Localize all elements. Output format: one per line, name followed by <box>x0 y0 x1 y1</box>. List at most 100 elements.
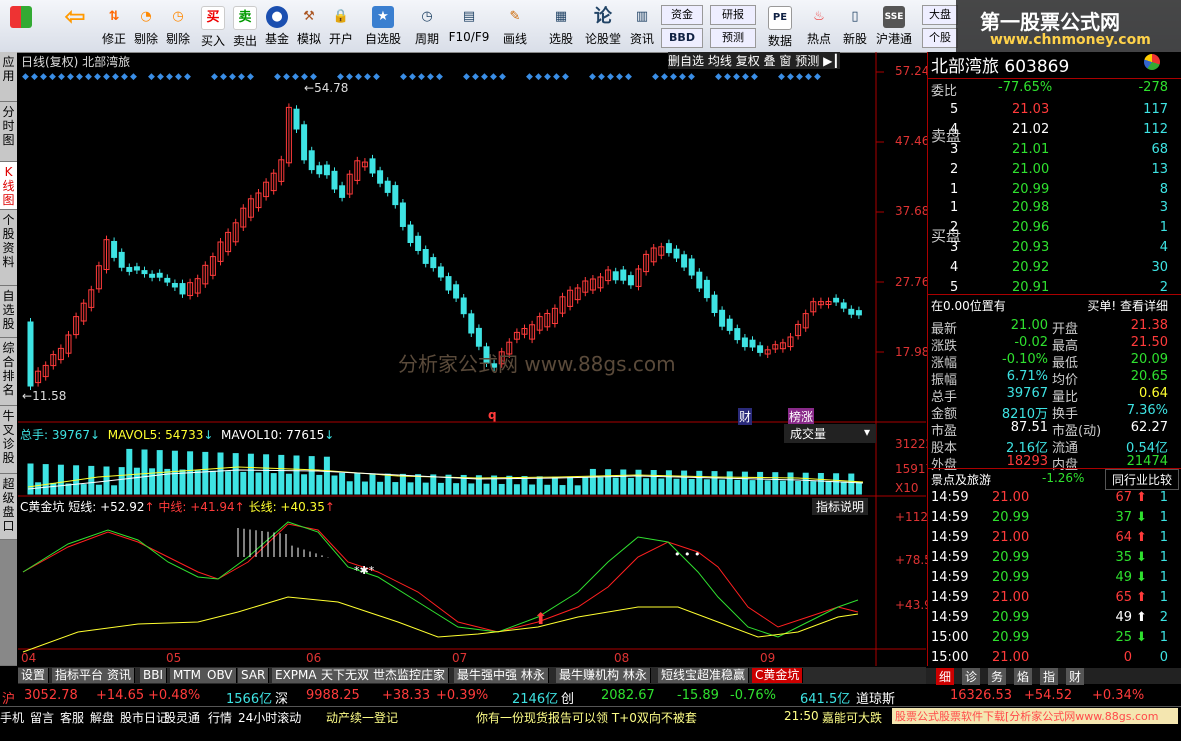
footer-banner[interactable]: 股票公式股票软件下载[分析家公式网www.88gs.com <box>892 708 1178 724</box>
indicator-tab[interactable]: SAR <box>238 668 270 683</box>
position-row[interactable]: 在0.00位置有 买单! 查看详细 <box>928 294 1181 315</box>
exclude-button[interactable]: ◔ 剔除 <box>129 4 163 50</box>
overlay-button[interactable]: 叠 <box>764 54 776 68</box>
signal-diamond: ◆ <box>229 72 236 82</box>
right-tab-1[interactable]: 诊 <box>962 668 981 685</box>
cy-label[interactable]: 创 <box>561 688 574 707</box>
status-item[interactable]: 留言 <box>30 709 54 726</box>
indicator-help-button[interactable]: 指标说明 <box>812 498 869 515</box>
side-tab-app[interactable]: 应用 <box>0 52 17 102</box>
forecast-button[interactable]: 预测 <box>710 28 756 48</box>
indicator-tab[interactable]: 最牛强中强 林永 <box>454 668 549 683</box>
stock-select-button[interactable]: ▦ 选股 <box>542 4 580 50</box>
simulate-button[interactable]: ⚒ 模拟 <box>292 4 326 50</box>
indicator-tab[interactable]: C黄金坑 <box>752 668 804 683</box>
ticker-2[interactable]: 你有一份现货报告可以领 T+0双向不被套 <box>476 709 697 726</box>
fund-dropdown[interactable]: 资金 <box>661 5 703 25</box>
compare-button[interactable]: 同行业比较 <box>1104 469 1179 490</box>
sz-label[interactable]: 深 <box>275 688 288 707</box>
pie-icon[interactable] <box>1144 54 1160 70</box>
signal-diamond: ◆ <box>688 72 695 82</box>
bbd-button[interactable]: BBD <box>661 28 703 48</box>
ticker-1[interactable]: 动产续一登记 <box>326 709 398 726</box>
side-tab-ranking[interactable]: 综合排名 <box>0 338 17 406</box>
chart-header: 日线(复权) 北部湾旅 <box>21 55 131 69</box>
right-tab-2[interactable]: 务 <box>988 668 1007 685</box>
draw-line-button[interactable]: ✎ 画线 <box>496 4 534 50</box>
indicator-tab[interactable]: 资讯 <box>104 668 136 683</box>
right-tab-4[interactable]: 指 <box>1040 668 1059 685</box>
period-button[interactable]: ◷ 周期 <box>408 4 446 50</box>
side-tab-level2[interactable]: 超级盘口 <box>0 474 17 540</box>
open-account-button[interactable]: 🔒 开户 <box>324 4 358 50</box>
weigh-button[interactable]: ◷ 剔除 <box>161 4 195 50</box>
indicator-tab[interactable]: OBV <box>204 668 237 683</box>
right-tab-5[interactable]: 财 <box>1066 668 1085 685</box>
window-button[interactable]: 窗 <box>779 54 791 68</box>
sh-label[interactable]: 沪 <box>2 688 15 707</box>
signal-diamond: ◆ <box>562 72 569 82</box>
side-tab-intraday[interactable]: 分时图 <box>0 102 17 162</box>
indicator-tab[interactable]: EXPMA <box>272 668 321 683</box>
tick-price: 21.00 <box>992 490 1030 505</box>
y-label-1: 57.24 <box>895 64 930 78</box>
hk-connect-button[interactable]: SSE 沪港通 <box>874 4 914 50</box>
status-item[interactable]: 解盘 <box>90 709 114 726</box>
ticker-3[interactable]: 嘉能可大跌 <box>822 709 882 726</box>
correction-button[interactable]: ⇅ 修正 <box>97 4 131 50</box>
status-item[interactable]: 行情 <box>208 709 232 726</box>
volume-bar <box>741 471 748 495</box>
indicator-tab[interactable]: 最牛赚机构 林永 <box>556 668 651 683</box>
back-arrow-icon: ⇦ <box>64 2 86 32</box>
indicator-tab[interactable]: 指标平台 <box>52 668 108 683</box>
side-tab-watchlist[interactable]: 自选股 <box>0 286 17 338</box>
indicator-tab[interactable]: 世杰监控庄家 <box>370 668 450 683</box>
data-button[interactable]: PE 数据 <box>760 4 800 50</box>
right-tab-0[interactable]: 细 <box>936 668 955 685</box>
research-button[interactable]: 研报 <box>710 5 756 25</box>
status-item[interactable]: 客服 <box>60 709 84 726</box>
volume-bar <box>255 472 262 495</box>
predict-button[interactable]: 预测 <box>795 54 819 68</box>
adjust-button[interactable]: 复权 <box>736 54 760 68</box>
volume: 8 <box>1159 182 1168 197</box>
dj-label[interactable]: 道琼斯 <box>856 688 895 707</box>
chart-menu-icon[interactable]: ▶┃ <box>823 54 839 68</box>
forum-button[interactable]: 论论股堂 <box>584 4 622 50</box>
candle-body <box>407 224 414 243</box>
candle-body <box>149 273 156 278</box>
sell-button[interactable]: 卖卖出 <box>228 4 262 50</box>
windows-menu-button[interactable] <box>4 4 38 50</box>
indicator-tab[interactable]: 设置 <box>18 668 50 683</box>
indicator-tab[interactable]: MTM <box>170 668 206 683</box>
buy-button[interactable]: 买买入 <box>196 4 230 50</box>
right-tab-3[interactable]: 焰 <box>1014 668 1033 685</box>
kline-chart-area[interactable]: ◆ ◆ ◆ ◆ ◆ ◆ ◆ ◆ ◆ ◆ ◆ ◆ ◆ ◆ ◆ ◆ ◆ ◆ ◆ ◆ ◆ ◆ ◆ ◆ ◆ ◆ ◆ ◆ ◆ ◆ ◆ ◆ ◆ ◆ ◆ ◆ ◆ ◆ ◆ ◆… <box>18 52 939 666</box>
side-tab-diagnosis[interactable]: 牛叉诊股 <box>0 406 17 474</box>
pe-icon: PE <box>768 6 792 30</box>
indicator-tab[interactable]: BBI <box>140 668 168 683</box>
side-tab-kline[interactable]: K线图 <box>0 162 17 210</box>
ma-button[interactable]: 均线 <box>708 54 732 68</box>
volume-dropdown[interactable]: 成交量 ▾ <box>784 424 876 443</box>
status-item[interactable]: 24小时滚动 <box>238 709 301 726</box>
f10-button[interactable]: ▤ F10/F9 <box>448 4 490 50</box>
news-button[interactable]: ▥ 资讯 <box>624 4 660 50</box>
volume-bar <box>323 456 330 495</box>
gegu-button[interactable]: 个股 <box>922 28 958 48</box>
fund-button[interactable]: ● 基金 <box>260 4 294 50</box>
hot-button[interactable]: ♨ 热点 <box>802 4 836 50</box>
back-button[interactable]: ⇦ <box>56 4 94 50</box>
new-stock-button[interactable]: ▯ 新股 <box>838 4 872 50</box>
candle-body <box>475 327 482 347</box>
status-item[interactable]: 手机 <box>0 709 24 726</box>
side-tab-profile[interactable]: 个股资料 <box>0 210 17 286</box>
status-item[interactable]: 股市日记 <box>120 709 168 726</box>
delete-watch-button[interactable]: 删自选 <box>668 54 704 68</box>
dapan-button[interactable]: 大盘 <box>922 5 958 25</box>
candle-body <box>612 271 619 281</box>
status-item[interactable]: 股灵通 <box>164 709 200 726</box>
watchlist-button[interactable]: ★ 自选股 <box>362 4 404 50</box>
indicator-tab[interactable]: 短线宝超准稳赢 <box>658 668 750 683</box>
indicator-tab[interactable]: 天下无双 <box>318 668 374 683</box>
